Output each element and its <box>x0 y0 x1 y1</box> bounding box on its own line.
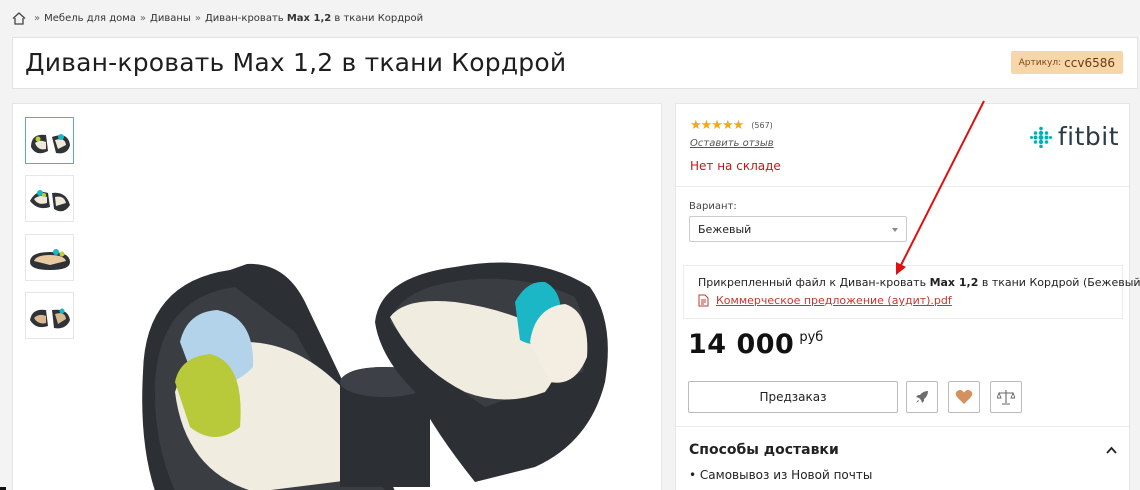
sku-badge: Артикул: ccv6586 <box>1010 51 1123 74</box>
thumbnail-image <box>29 248 70 270</box>
breadcrumb-separator: » <box>34 12 41 24</box>
price-amount: 14 000 <box>688 329 795 360</box>
variant-label: Вариант: <box>689 201 737 212</box>
breadcrumb: » Мебель для дома » Диваны » Диван-крова… <box>12 10 423 26</box>
breadcrumb-current: Диван-кровать Max 1,2 в ткани Кордрой <box>204 12 424 24</box>
breadcrumb-separator: » <box>194 12 201 24</box>
gallery-thumbnail[interactable] <box>25 234 74 281</box>
pdf-file-icon <box>698 294 709 307</box>
wishlist-button[interactable] <box>948 381 980 413</box>
delivery-section-title: Способы доставки <box>689 442 839 458</box>
attachment-text: Прикрепленный файл к Диван-кровать Max 1… <box>698 276 1140 289</box>
thumbnail-image <box>29 189 70 211</box>
preorder-button[interactable]: Предзаказ <box>688 381 898 413</box>
brand-name: fitbit <box>1057 122 1119 151</box>
rocket-icon <box>916 391 928 403</box>
breadcrumb-item-furniture[interactable]: Мебель для дома <box>44 13 136 24</box>
divider <box>676 186 1129 187</box>
thumbnail-image <box>29 308 70 328</box>
attachment-file[interactable]: Коммерческое предложение (аудит).pdf <box>698 294 952 307</box>
divider <box>676 426 1129 427</box>
rating-count: (567) <box>751 121 773 130</box>
quick-order-button[interactable] <box>906 381 938 413</box>
stock-status: Нет на складе <box>690 159 781 173</box>
variant-select[interactable]: Бежевый <box>689 216 907 242</box>
thumbnail-image <box>30 133 70 153</box>
fitbit-logo <box>1029 126 1052 148</box>
attachment-box: Прикрепленный файл к Диван-кровать Max 1… <box>683 265 1140 319</box>
price: 14 000 руб <box>688 329 823 360</box>
page-title: Диван-кровать Max 1,2 в ткани Кордрой <box>25 48 567 77</box>
chevron-up-icon[interactable] <box>1106 446 1117 454</box>
attachment-file-link[interactable]: Коммерческое предложение (аудит).pdf <box>716 294 952 307</box>
leave-review-link[interactable]: Оставить отзыв <box>690 138 774 149</box>
scales-icon <box>997 390 1015 405</box>
gallery-thumbnail[interactable] <box>25 175 74 222</box>
product-info-panel: ★★★★★ (567) Оставить отзыв Нет на складе… <box>675 103 1140 490</box>
sku-code: ccv6586 <box>1064 55 1115 70</box>
compare-button[interactable] <box>990 381 1022 413</box>
title-bar: Диван-кровать Max 1,2 в ткани Кордрой Ар… <box>12 37 1138 89</box>
breadcrumb-item-sofas[interactable]: Диваны <box>150 13 191 24</box>
variant-selected-value: Бежевый <box>698 223 752 236</box>
price-currency: руб <box>799 330 824 345</box>
breadcrumb-separator: » <box>139 12 147 24</box>
sku-label: Артикул: <box>1018 57 1062 68</box>
rating-stars-icon: ★★★★★ <box>690 118 744 133</box>
brand-logo[interactable]: fitbit <box>1029 122 1119 151</box>
rating[interactable]: ★★★★★ (567) <box>690 118 773 133</box>
home-icon[interactable] <box>12 11 26 25</box>
product-gallery <box>12 103 662 490</box>
delivery-option: • Самовывоз из Новой почты <box>689 468 873 482</box>
product-main-image <box>142 262 608 490</box>
gallery-thumbnail[interactable] <box>25 117 74 164</box>
chevron-down-icon <box>892 228 898 232</box>
heart-icon <box>955 390 973 404</box>
gallery-thumbnail[interactable] <box>25 292 74 339</box>
